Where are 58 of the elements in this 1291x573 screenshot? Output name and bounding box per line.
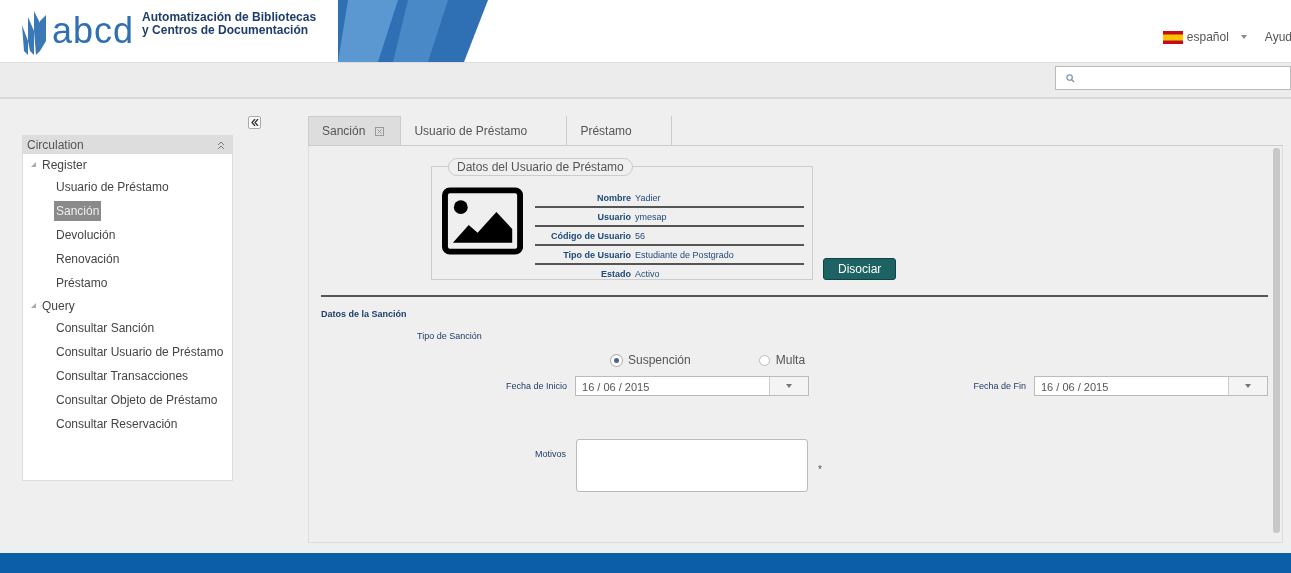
- sidebar-item[interactable]: Consultar Usuario de Préstamo: [54, 342, 226, 362]
- date-field[interactable]: 16 / 06 / 2015: [1034, 376, 1268, 396]
- sidebar-item[interactable]: Consultar Reservación: [54, 414, 180, 434]
- field-label: Nombre: [596, 192, 632, 203]
- subtitle-text: Automatización de Bibliotecas: [142, 11, 317, 24]
- field-value: ymesap: [635, 211, 667, 222]
- tree-node[interactable]: Query: [23, 295, 232, 316]
- field-label: Fecha de Inicio: [506, 381, 568, 391]
- double-chevron-icon: [250, 119, 259, 126]
- caret-icon: [1245, 384, 1251, 388]
- radio-option[interactable]: Suspención: [611, 353, 691, 367]
- logo-text: abcd: [52, 10, 135, 52]
- sidebar-item[interactable]: Consultar Objeto de Préstamo: [54, 390, 220, 410]
- panel-legend: Datos del Usuario de Préstamo: [448, 158, 633, 176]
- collapse-button[interactable]: [248, 116, 261, 129]
- sidebar-item[interactable]: Préstamo: [54, 273, 110, 293]
- tree-node[interactable]: Register: [23, 154, 232, 175]
- image-placeholder-icon: [442, 187, 524, 255]
- field-value: 56: [635, 230, 646, 241]
- sidebar-item[interactable]: Consultar Sanción: [54, 318, 157, 338]
- reasons-field[interactable]: [576, 439, 808, 492]
- field-label: Motivos: [535, 449, 566, 459]
- field-label: Código de Usuario: [550, 230, 632, 241]
- spain-flag-icon: [1162, 30, 1183, 44]
- tab[interactable]: Préstamo: [567, 116, 673, 145]
- search-field[interactable]: [1055, 66, 1291, 90]
- radio-label: Suspención: [628, 353, 691, 367]
- close-icon[interactable]: [375, 126, 385, 136]
- tab[interactable]: Sanción: [308, 116, 402, 145]
- field-value: Estudiante de Postgrado: [635, 249, 734, 260]
- collapse-up-icon[interactable]: [218, 141, 224, 149]
- search-icon: [1066, 73, 1075, 83]
- sidebar-title: Circulation: [27, 138, 84, 152]
- help-link[interactable]: Ayud: [1264, 30, 1291, 44]
- dissociate-button[interactable]: Disociar: [823, 258, 897, 280]
- radio-label: Multa: [775, 353, 806, 367]
- sidebar-item[interactable]: Consultar Transacciones: [54, 366, 191, 386]
- radio-option[interactable]: Multa: [758, 353, 806, 367]
- language-selector[interactable]: español: [1162, 30, 1247, 44]
- date-field[interactable]: 16 / 06 / 2015: [575, 376, 810, 396]
- field-value: Yadier: [635, 192, 661, 203]
- sidebar-item[interactable]: Usuario de Préstamo: [54, 177, 171, 197]
- sidebar-item[interactable]: Devolución: [54, 225, 118, 245]
- field-label: Estado: [600, 268, 632, 279]
- field-label: Usuario: [596, 211, 632, 222]
- caret-icon: [1240, 35, 1247, 39]
- radio-button[interactable]: [758, 354, 770, 366]
- subtitle-text: y Centros de Documentación: [142, 24, 310, 37]
- tab[interactable]: Usuario de Préstamo: [401, 116, 568, 145]
- field-label: Tipo de Usuario: [562, 249, 632, 260]
- field-label: Fecha de Fin: [973, 381, 1026, 391]
- caret-icon: [786, 384, 793, 388]
- field-value: Activo: [635, 268, 660, 279]
- field-label: Tipo de Sanción: [417, 331, 483, 341]
- section-title: Datos de la Sanción: [321, 309, 408, 319]
- sidebar-item[interactable]: Renovación: [54, 249, 122, 269]
- required-mark: *: [818, 464, 822, 475]
- scrollbar[interactable]: [1273, 148, 1280, 533]
